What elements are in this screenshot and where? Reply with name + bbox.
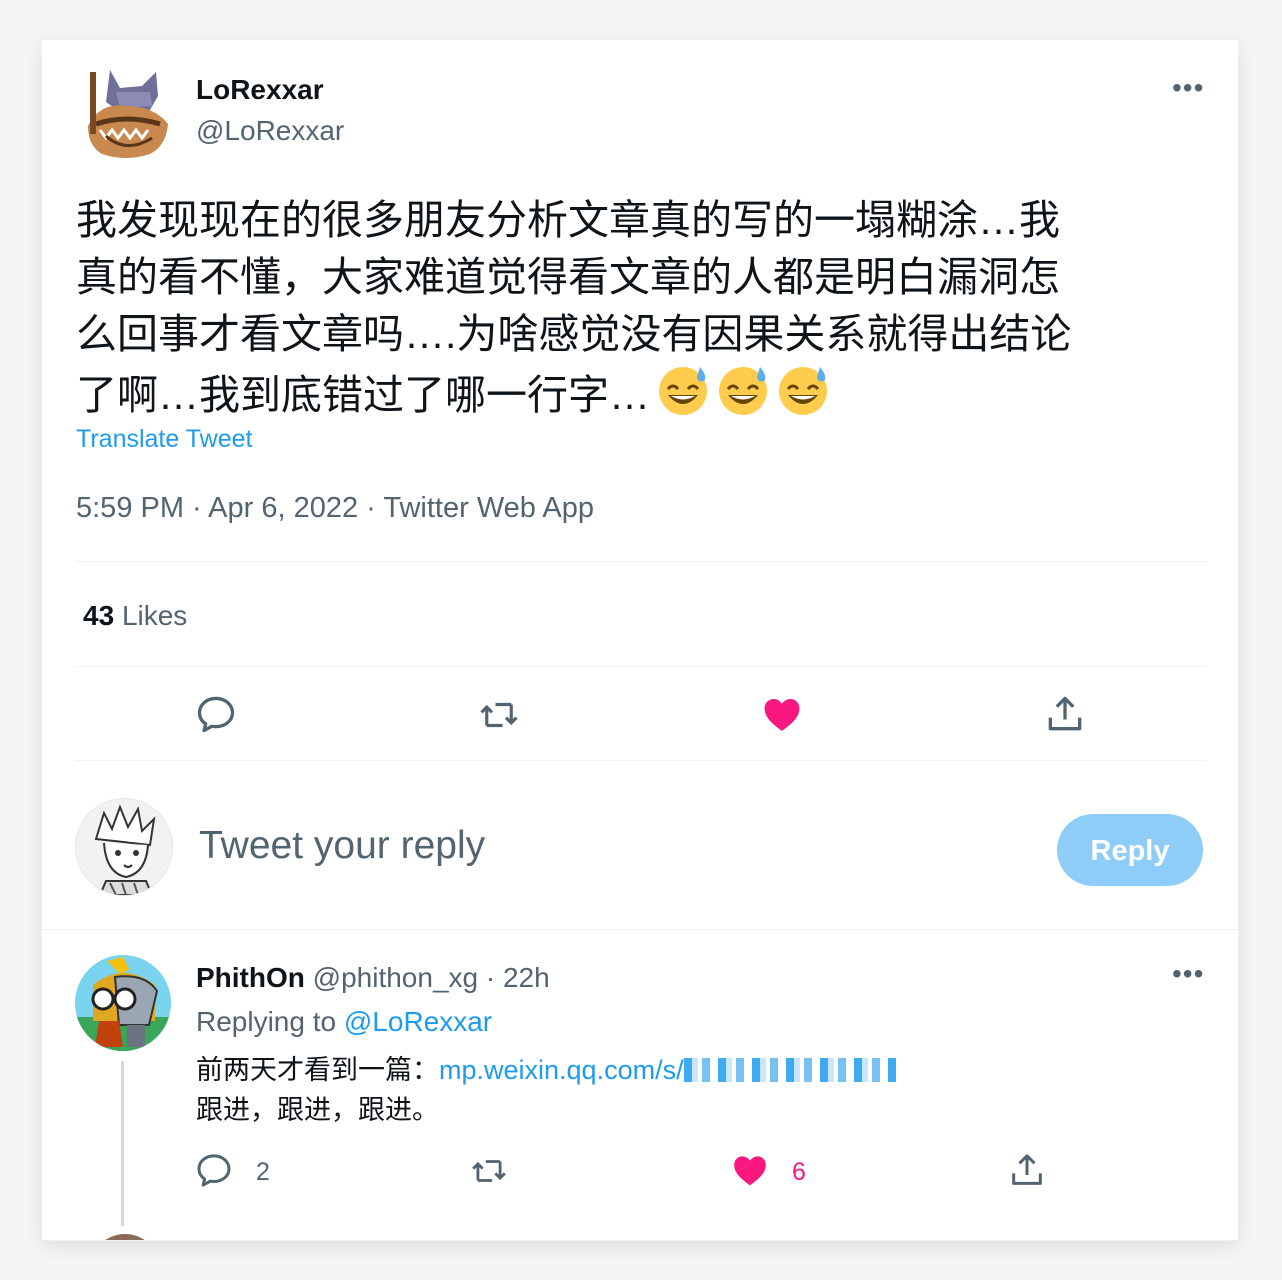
author-name[interactable]: LoRexxar	[196, 74, 324, 106]
grinning-sweat-emoji-icon	[719, 367, 767, 415]
reply-text-line-1: 前两天才看到一篇：mp.weixin.qq.com/s/	[196, 1050, 896, 1090]
heart-filled-icon[interactable]	[730, 1150, 770, 1190]
author-handle[interactable]: @LoRexxar	[196, 115, 344, 147]
reply-time[interactable]: · 22h	[486, 962, 550, 993]
reply-author-name[interactable]: PhithOn	[196, 962, 305, 993]
reply-button[interactable]: Reply	[1057, 814, 1203, 886]
reply-text-line-2: 跟进，跟进，跟进。	[196, 1095, 439, 1125]
more-horizontal-icon[interactable]: •••	[1172, 74, 1204, 102]
reply-link[interactable]: mp.weixin.qq.com/s/	[439, 1055, 684, 1085]
tweet-meta[interactable]: 5:59 PM · Apr 6, 2022 · Twitter Web App	[76, 492, 594, 525]
divider	[75, 760, 1207, 761]
grinning-sweat-emoji-icon	[779, 367, 827, 415]
tweet-card: LoRexxar @LoRexxar ••• 我发现现在的很多朋友分析文章真的写…	[42, 40, 1238, 1240]
thread-line	[121, 1061, 124, 1226]
next-reply-avatar[interactable]	[90, 1234, 160, 1240]
grinning-sweat-emoji-icon	[659, 367, 707, 415]
tweet-text-line: 我发现现在的很多朋友分析文章真的写的一塌糊涂…我	[76, 197, 1060, 243]
share-icon[interactable]	[1007, 1150, 1047, 1190]
reply-icon[interactable]	[194, 692, 238, 736]
likes-stat[interactable]: 43 Likes	[83, 600, 187, 632]
tweet-text-line: 真的看不懂，大家难道觉得看文章的人都是明白漏洞怎	[76, 254, 1060, 300]
reply-input[interactable]: Tweet your reply	[199, 824, 485, 868]
reply-count: 2	[256, 1158, 270, 1186]
redacted-link-pixels	[683, 1058, 896, 1082]
retweet-icon[interactable]	[476, 694, 522, 736]
author-avatar[interactable]	[80, 66, 176, 162]
likes-count: 43	[83, 600, 115, 631]
replying-to-handle[interactable]: @LoRexxar	[344, 1006, 492, 1037]
retweet-icon[interactable]	[468, 1152, 510, 1190]
reply-author-handle[interactable]: @phithon_xg	[313, 962, 478, 993]
section-divider	[42, 929, 1238, 930]
current-user-avatar[interactable]	[75, 798, 173, 896]
tweet-text-line-last: 了啊…我到底错过了哪一行字…	[76, 363, 1216, 424]
reply-author-avatar[interactable]	[75, 955, 171, 1051]
likes-label: Likes	[121, 600, 188, 631]
reply-icon[interactable]	[194, 1150, 234, 1190]
more-horizontal-icon[interactable]: •••	[1172, 960, 1204, 988]
reply-text: 前两天才看到一篇：mp.weixin.qq.com/s/ 跟进，跟进，跟进。	[196, 1050, 896, 1130]
share-icon[interactable]	[1042, 692, 1088, 736]
divider	[75, 666, 1207, 667]
reply-like-count: 6	[792, 1158, 806, 1186]
translate-tweet-link[interactable]: Translate Tweet	[76, 425, 252, 454]
replying-to-label: Replying to	[196, 1006, 337, 1037]
tweet-text: 我发现现在的很多朋友分析文章真的写的一塌糊涂…我 真的看不懂，大家难道觉得看文章…	[76, 192, 1216, 424]
divider	[75, 561, 1207, 562]
tweet-text-line: 么回事才看文章吗….为啥感觉没有因果关系就得出结论	[76, 311, 1072, 357]
replying-to: Replying to @LoRexxar	[196, 1006, 492, 1038]
heart-filled-icon[interactable]	[760, 692, 804, 736]
reply-header: PhithOn @phithon_xg · 22h	[196, 962, 550, 994]
